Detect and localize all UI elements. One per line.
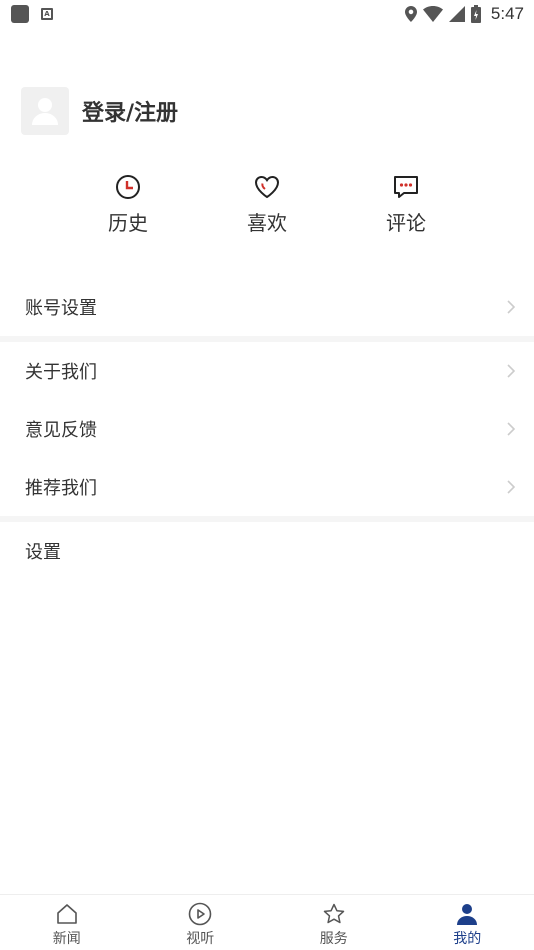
nav-audio-video-label: 视听	[186, 931, 215, 947]
chevron-right-icon	[506, 421, 516, 437]
menu-recommend-us-label: 推荐我们	[25, 478, 97, 499]
chevron-right-icon	[506, 363, 516, 379]
nav-services-label: 服务	[319, 931, 348, 947]
app-notification-icon	[11, 5, 29, 23]
menu-about-us[interactable]: 关于我们	[0, 342, 534, 400]
nav-news-label: 新闻	[52, 931, 81, 947]
menu-about-us-label: 关于我们	[25, 362, 97, 383]
menu-settings[interactable]: 设置	[0, 522, 534, 580]
likes-label: 喜欢	[247, 211, 287, 235]
menu-account-settings[interactable]: 账号设置	[0, 278, 534, 336]
clock-icon	[116, 175, 140, 199]
chevron-right-icon	[506, 299, 516, 315]
nav-mine[interactable]: 我的	[401, 895, 534, 950]
login-register-link[interactable]: 登录/注册	[82, 95, 178, 127]
menu-account-settings-label: 账号设置	[25, 298, 97, 319]
play-icon	[188, 902, 212, 926]
comments-label: 评论	[386, 211, 426, 235]
nav-mine-label: 我的	[453, 931, 482, 947]
profile-header[interactable]: 登录/注册	[21, 87, 178, 135]
avatar[interactable]	[21, 87, 69, 135]
likes-button[interactable]: 喜欢	[222, 173, 312, 236]
location-icon	[404, 6, 417, 22]
person-icon	[457, 904, 478, 925]
menu-feedback-label: 意见反馈	[25, 420, 97, 441]
nav-audio-video[interactable]: 视听	[134, 895, 268, 950]
signal-icon	[448, 6, 465, 22]
quick-actions: 历史 喜欢 评论	[0, 173, 534, 241]
comment-icon	[394, 176, 418, 198]
menu-settings-label: 设置	[25, 542, 61, 563]
status-bar: A 5:47	[0, 0, 534, 28]
a-notification-icon: A	[41, 8, 53, 20]
nav-news[interactable]: 新闻	[0, 895, 134, 950]
nav-services[interactable]: 服务	[267, 895, 401, 950]
bottom-nav: 新闻 视听 服务 我的	[0, 894, 534, 950]
history-label: 历史	[108, 211, 148, 235]
menu-recommend-us[interactable]: 推荐我们	[0, 458, 534, 516]
status-time: 5:47	[490, 4, 524, 23]
heart-icon	[254, 175, 280, 199]
history-button[interactable]: 历史	[83, 173, 173, 236]
wifi-icon	[422, 6, 443, 22]
chevron-right-icon	[506, 479, 516, 495]
battery-icon	[470, 5, 481, 23]
default-avatar-icon	[32, 98, 58, 125]
home-icon	[56, 904, 77, 924]
star-icon	[323, 903, 344, 924]
menu-feedback[interactable]: 意见反馈	[0, 400, 534, 458]
comments-button[interactable]: 评论	[361, 173, 451, 236]
